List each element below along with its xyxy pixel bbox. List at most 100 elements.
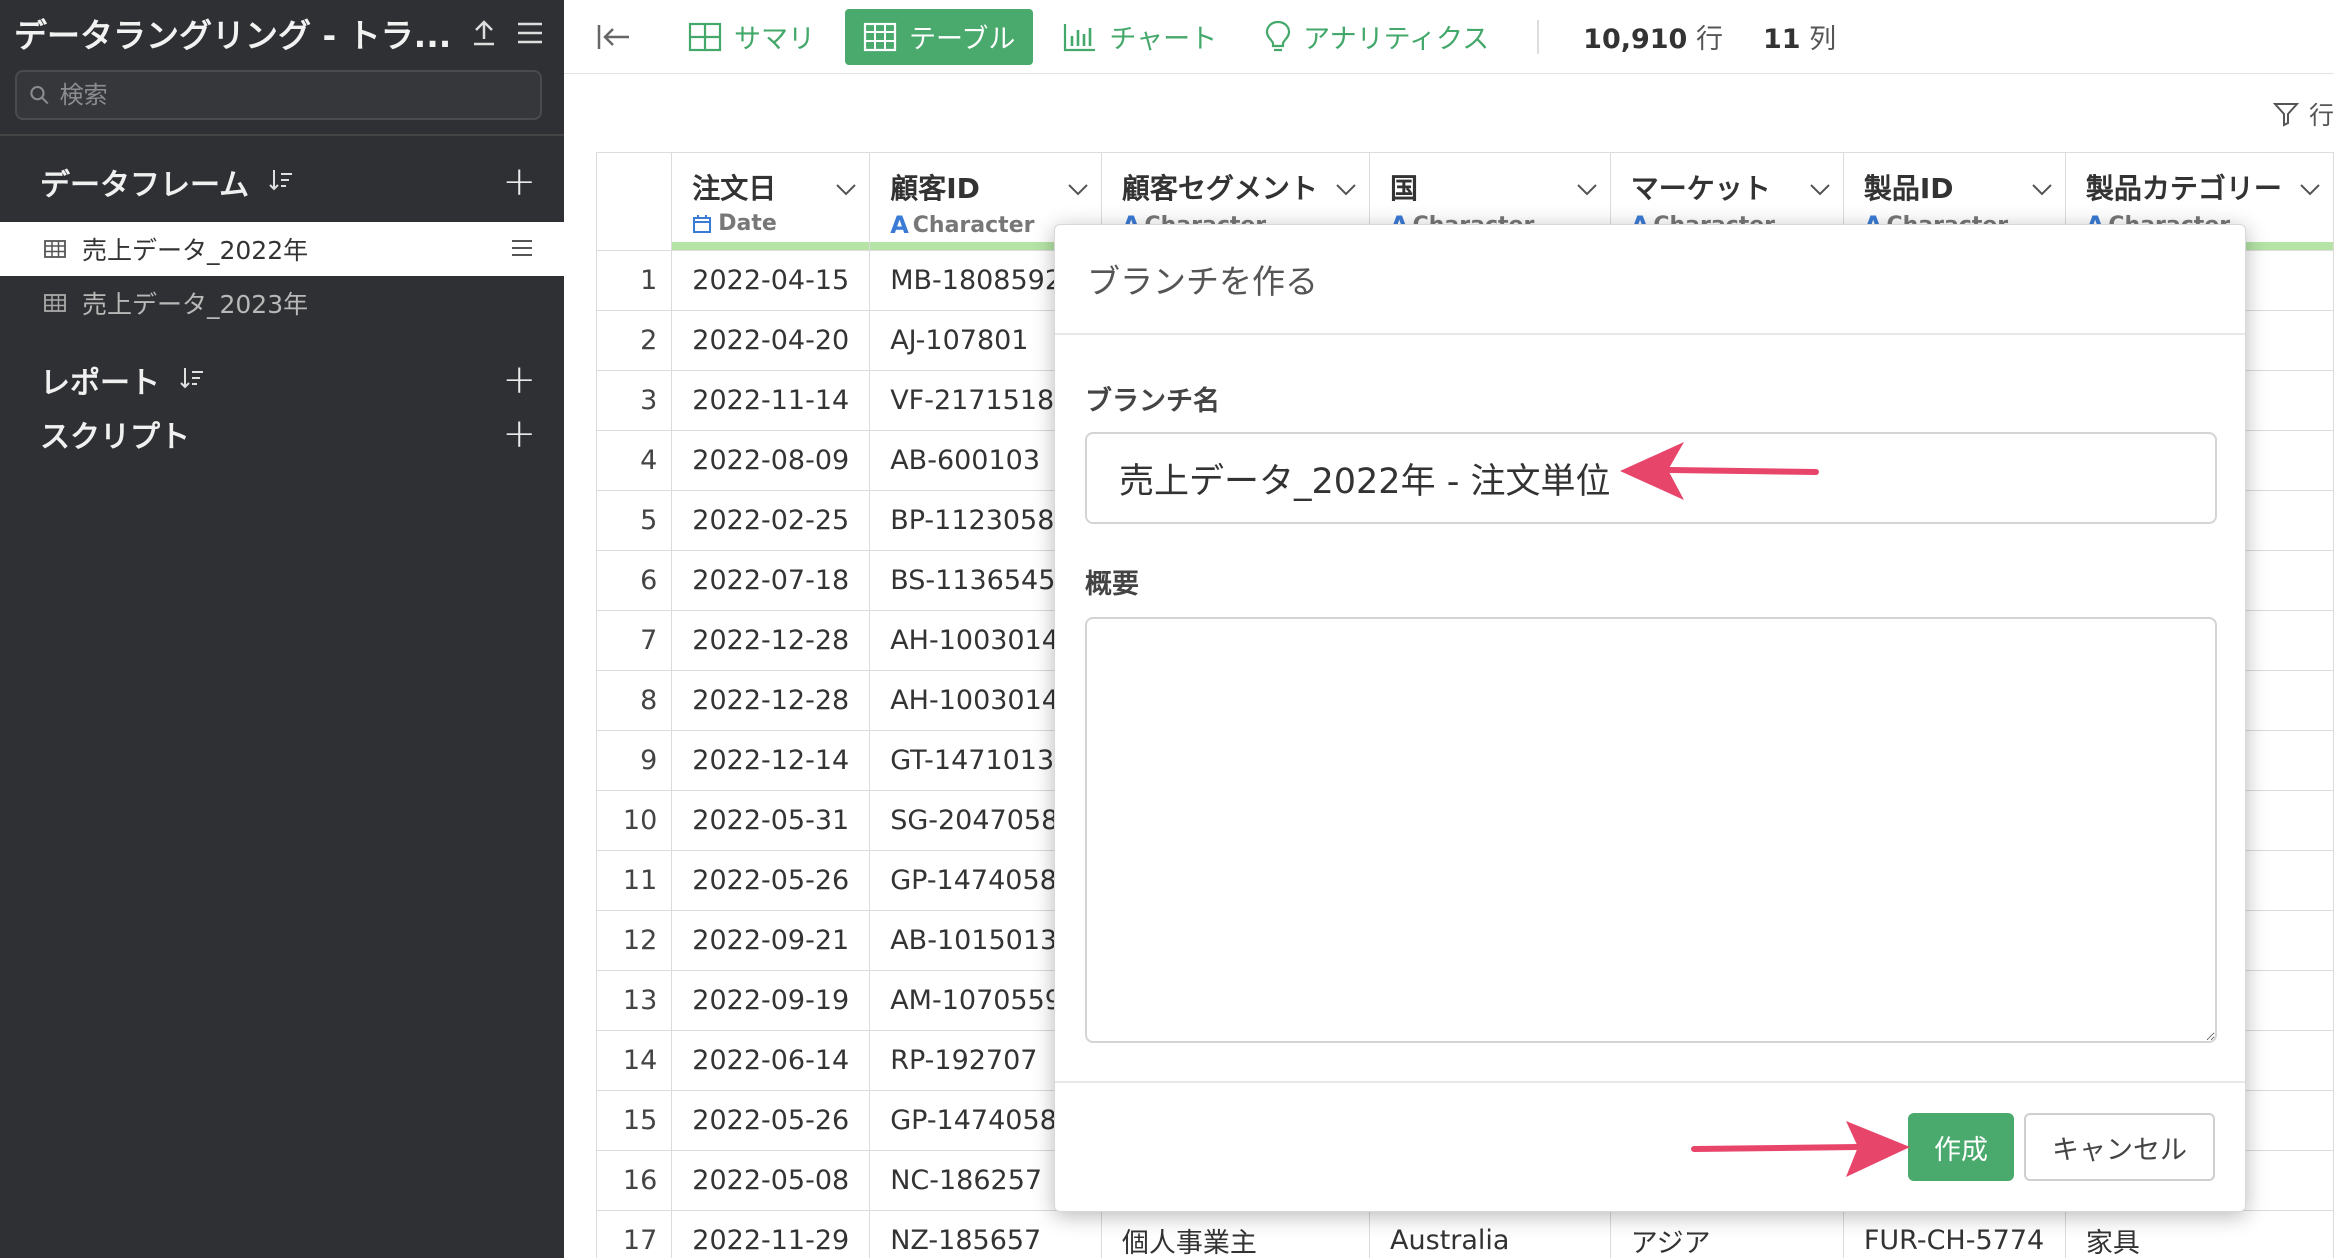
table-cell[interactable]: 2022-05-26 (671, 850, 871, 911)
project-title[interactable]: データラングリング - トラ... (14, 9, 458, 57)
section-label: レポート (40, 366, 160, 401)
table-cell[interactable]: 2022-09-19 (671, 970, 871, 1031)
add-dataframe-button[interactable]: + (502, 162, 536, 202)
create-branch-dialog: ブランチを作る ブランチ名 概要 作成 キャンセル (1054, 224, 2246, 1212)
row-number[interactable]: 8 (596, 670, 673, 731)
cancel-button[interactable]: キャンセル (2024, 1113, 2215, 1181)
table-cell[interactable]: 2022-05-31 (671, 790, 871, 851)
table-cell[interactable]: 2022-08-09 (671, 430, 871, 491)
character-type-icon: A (890, 211, 909, 239)
chevron-down-icon[interactable] (1576, 173, 1598, 204)
row-number[interactable]: 11 (596, 850, 673, 911)
sidebar: データラングリング - トラ... データフレーム + 売上データ_2022年 … (0, 0, 564, 1258)
table-cell[interactable]: アジア (1609, 1210, 1844, 1258)
chevron-down-icon[interactable] (1335, 173, 1357, 204)
table-cell[interactable]: 2022-12-14 (671, 730, 871, 791)
table-icon (44, 240, 66, 258)
row-filter-button[interactable]: 行 (2272, 96, 2334, 132)
table-cell[interactable]: 2022-04-20 (671, 310, 871, 371)
hamburger-menu-icon[interactable] (510, 13, 550, 53)
tab-analytics[interactable]: アナリティクス (1247, 9, 1507, 65)
chevron-down-icon[interactable] (1809, 173, 1831, 204)
item-menu-icon[interactable] (510, 235, 534, 264)
dialog-body: ブランチ名 概要 (1055, 379, 2245, 1047)
column-header[interactable]: 注文日 Date (671, 152, 871, 251)
table-cell[interactable]: FUR-CH-5774 (1842, 1210, 2066, 1258)
row-number[interactable]: 4 (596, 430, 673, 491)
column-name: 顧客ID (890, 172, 980, 205)
sidebar-item-dataframe[interactable]: 売上データ_2023年 (0, 276, 564, 330)
chevron-down-icon[interactable] (2299, 173, 2321, 204)
row-number[interactable]: 5 (596, 490, 673, 551)
table-cell[interactable]: 2022-12-28 (671, 670, 871, 731)
add-script-button[interactable]: + (502, 414, 536, 454)
table-cell[interactable]: 個人事業主 (1100, 1210, 1371, 1258)
filter-label: 行 (2308, 101, 2334, 130)
sort-icon[interactable] (269, 168, 293, 196)
row-number[interactable]: 16 (596, 1150, 673, 1211)
search-input[interactable] (59, 81, 528, 109)
table-cell[interactable]: 2022-05-26 (671, 1090, 871, 1151)
row-number[interactable]: 13 (596, 970, 673, 1031)
section-dataframes: データフレーム + (0, 142, 564, 222)
dataframe-name: 売上データ_2023年 (82, 290, 309, 319)
create-button[interactable]: 作成 (1908, 1113, 2014, 1181)
sort-icon[interactable] (180, 366, 204, 394)
row-number[interactable]: 17 (596, 1210, 673, 1258)
table-cell[interactable]: 2022-12-28 (671, 610, 871, 671)
row-number[interactable]: 6 (596, 550, 673, 611)
table-cell[interactable]: 2022-07-18 (671, 550, 871, 611)
row-number[interactable]: 7 (596, 610, 673, 671)
row-number[interactable]: 3 (596, 370, 673, 431)
table-cell[interactable]: 2022-05-08 (671, 1150, 871, 1211)
search-icon (30, 85, 49, 105)
chart-icon (1064, 23, 1096, 51)
table-cell[interactable]: NZ-185657 (869, 1210, 1102, 1258)
table-cell[interactable]: 2022-11-14 (671, 370, 871, 431)
column-count-unit: 列 (1809, 24, 1837, 55)
sidebar-item-dataframe[interactable]: 売上データ_2022年 (0, 222, 564, 276)
row-number[interactable]: 14 (596, 1030, 673, 1091)
tab-chart[interactable]: チャート (1045, 9, 1235, 65)
dialog-header: ブランチを作る (1055, 225, 2245, 335)
chevron-down-icon[interactable] (835, 173, 857, 204)
row-number[interactable]: 12 (596, 910, 673, 971)
table-cell[interactable]: 家具 (2064, 1210, 2334, 1258)
summary-textarea[interactable] (1085, 617, 2217, 1043)
column-name: 国 (1390, 172, 1419, 205)
chevron-down-icon[interactable] (2031, 173, 2053, 204)
sidebar-search (15, 70, 542, 120)
section-scripts: スクリプト + (0, 394, 564, 474)
tab-table[interactable]: テーブル (845, 8, 1034, 65)
table-cell[interactable]: 2022-02-25 (671, 490, 871, 551)
table-cell[interactable]: 2022-04-15 (671, 250, 871, 311)
table-cell[interactable]: 2022-09-21 (671, 910, 871, 971)
row-number[interactable]: 1 (596, 250, 673, 311)
branch-name-input[interactable] (1085, 432, 2217, 524)
lightbulb-icon (1266, 20, 1291, 51)
row-number[interactable]: 2 (596, 310, 673, 371)
row-number[interactable]: 10 (596, 790, 673, 851)
row-count-unit: 行 (1695, 24, 1723, 55)
toolbar: サマリ テーブル チャート アナリティクス 10,910 行 11 列 (564, 0, 2334, 74)
table-cell[interactable]: 2022-06-14 (671, 1030, 871, 1091)
table-cell[interactable]: 2022-11-29 (671, 1210, 871, 1258)
upload-icon[interactable] (464, 13, 504, 53)
table-cell[interactable]: Australia (1369, 1210, 1611, 1258)
collapse-sidebar-icon[interactable] (594, 17, 634, 57)
add-report-button[interactable]: + (502, 360, 536, 400)
row-number[interactable]: 9 (596, 730, 673, 791)
column-type-label: Character (912, 212, 1035, 238)
section-label: データフレーム (40, 168, 250, 203)
column-name: マーケット (1630, 172, 1771, 205)
chevron-down-icon[interactable] (1067, 173, 1089, 204)
branch-name-label: ブランチ名 (1085, 386, 1220, 417)
row-count: 10,910 行 (1583, 17, 1723, 56)
column-type-label: Date (718, 211, 777, 236)
filter-icon (2272, 103, 2299, 127)
tab-summary[interactable]: サマリ (670, 9, 833, 65)
column-count-value: 11 (1762, 24, 1801, 55)
table-row: 17 2022-11-29 NZ-185657 個人事業主 Australia アジア FU… (596, 1210, 2334, 1258)
row-number[interactable]: 15 (596, 1090, 673, 1151)
tab-label: アナリティクス (1303, 24, 1490, 55)
